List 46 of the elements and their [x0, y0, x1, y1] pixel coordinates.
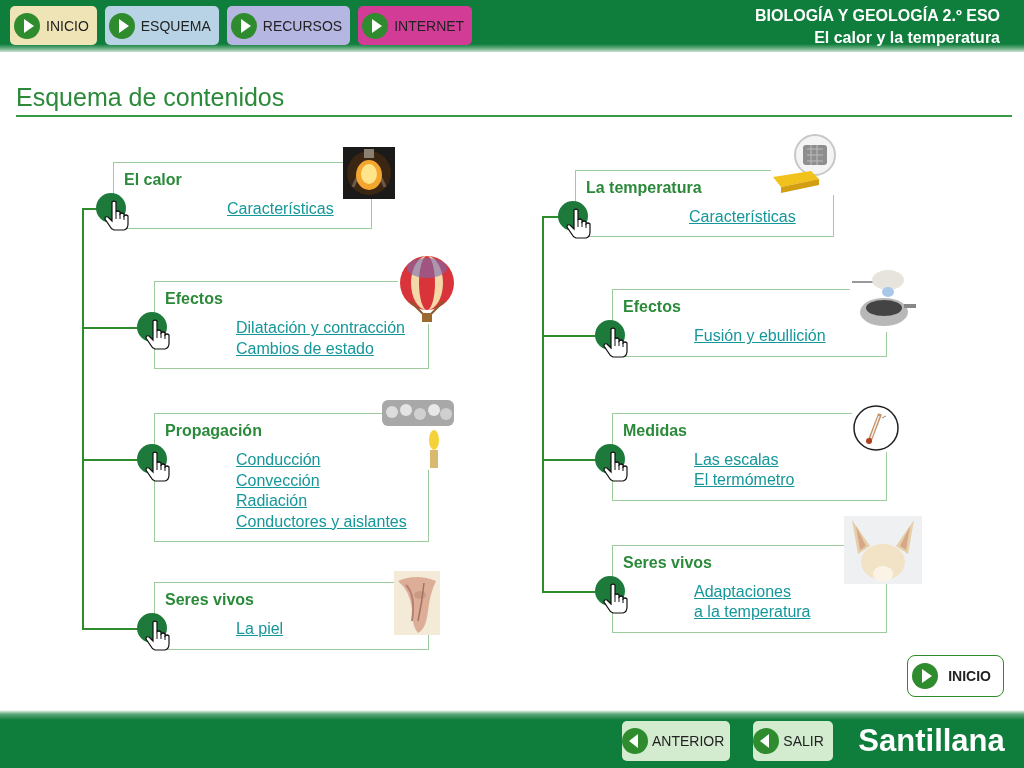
topic-link[interactable]: Características [227, 198, 334, 220]
topic-link[interactable]: Convección [236, 470, 320, 492]
card-title: La temperatura [586, 177, 703, 198]
topic-link[interactable]: El termómetro [694, 470, 795, 491]
nav-button[interactable]: INTERNET [358, 6, 473, 45]
play-icon [912, 663, 939, 690]
card-title: Efectos [165, 289, 224, 310]
hand-pointer-icon[interactable] [595, 443, 631, 482]
topic-link[interactable]: Conducción [236, 450, 321, 471]
hand-pointer-icon[interactable] [595, 320, 631, 359]
topic-link[interactable]: Cambios de estado [236, 338, 374, 360]
card-title: Medidas [623, 420, 688, 441]
topic-link[interactable]: Radiación [236, 491, 308, 512]
nav-button[interactable]: RECURSOS [226, 6, 351, 45]
nav-button[interactable]: INICIO [10, 6, 97, 45]
hand-pointer-icon[interactable] [137, 312, 173, 351]
topic-link[interactable]: La piel [236, 619, 284, 640]
card-title: Seres vivos [165, 590, 255, 611]
topic-link[interactable]: Las escalas [694, 449, 779, 471]
topic-link[interactable]: Características [689, 206, 796, 228]
card-title: Propagación [165, 421, 263, 442]
topic-title: El calor y la temperatura [814, 28, 1000, 48]
topic-link[interactable]: Fusión y ebullición [694, 326, 826, 347]
play-icon [230, 12, 257, 39]
play-icon [14, 12, 40, 39]
hand-pointer-icon[interactable] [595, 575, 631, 614]
card-title: El calor [124, 169, 183, 190]
play-icon [108, 12, 135, 39]
previous-button[interactable]: ANTERIOR [622, 721, 731, 762]
topic-link[interactable]: a la temperatura [694, 602, 811, 623]
hand-pointer-icon[interactable] [96, 192, 132, 231]
card-title: Seres vivos [623, 552, 713, 573]
card-title: Efectos [623, 297, 682, 318]
topic-link[interactable]: Adaptaciones [694, 581, 791, 603]
exit-button[interactable]: SALIR [753, 721, 834, 762]
brand-logo: Santillana [858, 723, 1005, 760]
hand-pointer-icon[interactable] [137, 444, 173, 483]
topic-link[interactable]: Conductores y aislantes [236, 511, 407, 533]
subject-title: BIOLOGÍA Y GEOLOGÍA 2.º ESO [755, 5, 1000, 26]
hand-pointer-icon[interactable] [137, 613, 173, 652]
nav-button[interactable]: ESQUEMA [104, 6, 219, 45]
topic-link[interactable]: Dilatación y contracción [236, 318, 405, 339]
play-icon [362, 12, 389, 39]
home-button[interactable]: INICIO [907, 655, 1004, 698]
hand-pointer-icon[interactable] [558, 200, 594, 239]
page-title: Esquema de contenidos [16, 81, 285, 112]
